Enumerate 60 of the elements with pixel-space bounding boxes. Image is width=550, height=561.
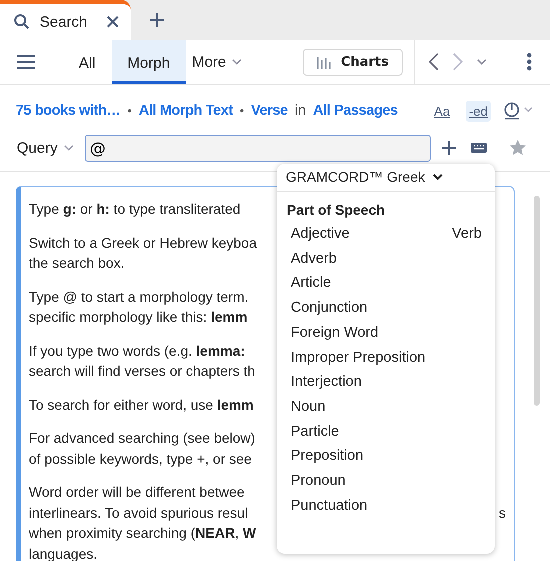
part-of-speech-item[interactable]: Noun: [291, 394, 426, 420]
tab-label: Search: [40, 14, 89, 30]
part-of-speech-item[interactable]: Article: [291, 271, 426, 296]
word-forms-toggle[interactable]: -ed: [466, 100, 491, 122]
mode-tab[interactable]: All: [63, 40, 112, 84]
part-of-speech-item[interactable]: Interjection: [291, 370, 426, 395]
scope-link[interactable]: All Morph Text: [138, 103, 234, 119]
add-icon[interactable]: [441, 140, 457, 156]
help-text: Type g: or h: to type transliterated: [29, 200, 241, 219]
help-text: Word order will be different betwee: [29, 483, 245, 502]
part-of-speech-item[interactable]: Preposition: [291, 444, 426, 470]
bar-chart-icon: [317, 55, 334, 69]
help-text: the search box.: [29, 254, 125, 273]
help-text: If you type two words (e.g. lemma:: [29, 342, 246, 361]
back-icon[interactable]: [429, 53, 439, 71]
part-of-speech-item[interactable]: Verb: [452, 222, 482, 247]
help-text: s: [499, 504, 506, 522]
chevron-down-icon[interactable]: [477, 59, 487, 65]
chevron-down-icon: [433, 174, 444, 180]
help-text: To search for either word, use lemm: [29, 396, 254, 414]
help-text: of possible keywords, type +, or see: [29, 450, 252, 469]
help-text: Type @ to start a morphology term.: [29, 288, 249, 307]
help-text: specific morphology like this: lemm: [29, 308, 248, 327]
part-of-speech-item[interactable]: Foreign Word: [291, 320, 426, 346]
help-text: interlinears. To avoid spurious resul: [29, 504, 248, 523]
source-dropdown[interactable]: GRAMCORD™ Greek: [277, 164, 495, 192]
scope-link[interactable]: 75 books with…: [16, 103, 121, 119]
charts-button[interactable]: Charts: [303, 48, 403, 76]
part-of-speech-item[interactable]: Improper Preposition: [291, 346, 426, 370]
chevron-down-icon: [232, 59, 242, 65]
search-tab[interactable]: Search: [0, 0, 131, 40]
section-heading: Part of Speech: [286, 201, 386, 220]
add-tab-icon[interactable]: [149, 12, 165, 28]
timer-icon[interactable]: [504, 102, 534, 120]
help-text: For advanced searching (see below): [29, 429, 256, 448]
separator-dot: •: [128, 104, 132, 118]
query-field[interactable]: @: [85, 134, 431, 162]
part-of-speech-item[interactable]: Conjunction: [291, 296, 426, 321]
chevron-down-icon: [64, 145, 74, 151]
scope-link[interactable]: All Passages: [313, 103, 398, 119]
part-of-speech-item[interactable]: Particle: [291, 420, 426, 444]
more-menu[interactable]: More: [192, 54, 242, 70]
scope-link[interactable]: Verse: [251, 103, 288, 119]
star-icon[interactable]: [509, 139, 527, 157]
help-text: search will find verses or chapters th: [29, 362, 256, 381]
close-icon[interactable]: [107, 16, 119, 28]
help-text: when proximity searching (NEAR, W: [29, 524, 256, 543]
part-of-speech-item[interactable]: Adjective: [291, 222, 426, 247]
query-type-dropdown[interactable]: Query: [17, 140, 85, 156]
part-of-speech-item[interactable]: Adverb: [291, 246, 426, 272]
keyboard-icon[interactable]: [471, 142, 487, 154]
mode-tab[interactable]: Morph: [112, 40, 186, 84]
separator-dot: •: [240, 104, 244, 118]
menu-icon[interactable]: [17, 55, 35, 69]
part-of-speech-item[interactable]: Pronoun: [291, 469, 426, 494]
match-case-toggle[interactable]: Aa: [431, 100, 454, 122]
search-icon: [14, 14, 30, 30]
help-text: Switch to a Greek or Hebrew keyboa: [29, 234, 257, 253]
part-of-speech-item[interactable]: Punctuation: [291, 494, 426, 518]
scope-text: in: [294, 103, 306, 119]
